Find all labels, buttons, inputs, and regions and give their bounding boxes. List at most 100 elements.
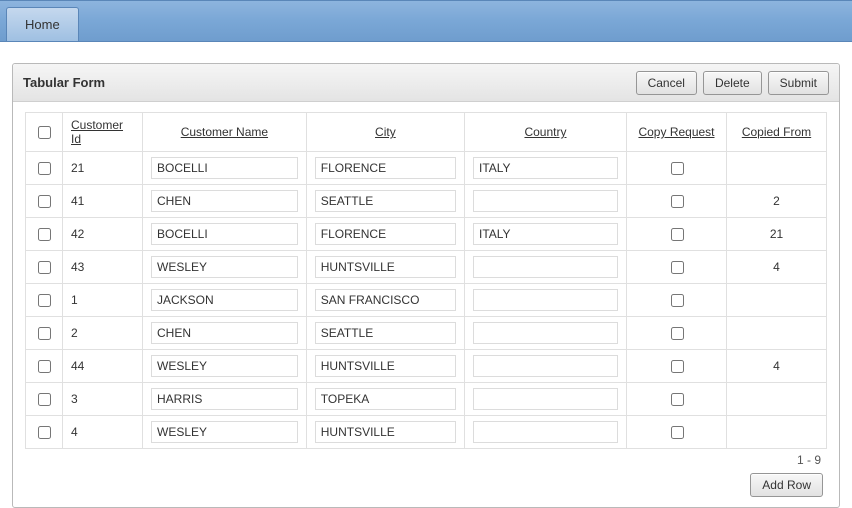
customer-name-input[interactable] (151, 157, 298, 179)
country-input[interactable] (473, 289, 618, 311)
city-input[interactable] (315, 223, 456, 245)
copy-request-cell (627, 350, 727, 383)
row-select-cell (26, 218, 63, 251)
cancel-button[interactable]: Cancel (636, 71, 697, 95)
header-select-all (26, 113, 63, 152)
copied-from-cell (727, 152, 827, 185)
city-input[interactable] (315, 256, 456, 278)
table-row: 4 (26, 416, 827, 449)
copied-from-cell (727, 383, 827, 416)
customer-name-input[interactable] (151, 289, 298, 311)
copy-request-checkbox[interactable] (671, 393, 684, 406)
customer-name-cell (143, 218, 307, 251)
country-input[interactable] (473, 322, 618, 344)
add-row-button[interactable]: Add Row (750, 473, 823, 497)
tabular-form-region: Tabular Form Cancel Delete Submit Custom… (12, 63, 840, 508)
customer-name-input[interactable] (151, 355, 298, 377)
table-row: 434 (26, 251, 827, 284)
country-input[interactable] (473, 355, 618, 377)
row-select-cell (26, 185, 63, 218)
table-row: 2 (26, 317, 827, 350)
row-select-cell (26, 416, 63, 449)
copy-request-checkbox[interactable] (671, 294, 684, 307)
copy-request-cell (627, 251, 727, 284)
customer-name-input[interactable] (151, 190, 298, 212)
region-title: Tabular Form (23, 75, 630, 90)
region-body: Customer Id Customer Name City Country C… (13, 102, 839, 507)
header-copy-request[interactable]: Copy Request (627, 113, 727, 152)
country-input[interactable] (473, 157, 618, 179)
customer-name-input[interactable] (151, 256, 298, 278)
copy-request-checkbox[interactable] (671, 261, 684, 274)
city-input[interactable] (315, 190, 456, 212)
country-input[interactable] (473, 388, 618, 410)
tab-home[interactable]: Home (6, 7, 79, 41)
country-cell (464, 251, 626, 284)
customer-name-cell (143, 317, 307, 350)
row-select-checkbox[interactable] (38, 261, 51, 274)
country-input[interactable] (473, 190, 618, 212)
row-select-cell (26, 284, 63, 317)
select-all-checkbox[interactable] (38, 126, 51, 139)
copy-request-cell (627, 185, 727, 218)
customer-id-cell: 42 (63, 218, 143, 251)
customer-id-cell: 1 (63, 284, 143, 317)
header-customer-id[interactable]: Customer Id (63, 113, 143, 152)
customer-name-cell (143, 152, 307, 185)
customer-name-cell (143, 251, 307, 284)
country-cell (464, 350, 626, 383)
table-row: 3 (26, 383, 827, 416)
header-customer-name[interactable]: Customer Name (143, 113, 307, 152)
country-input[interactable] (473, 256, 618, 278)
country-input[interactable] (473, 223, 618, 245)
customer-name-input[interactable] (151, 388, 298, 410)
header-city[interactable]: City (306, 113, 464, 152)
city-input[interactable] (315, 388, 456, 410)
customer-name-input[interactable] (151, 223, 298, 245)
row-select-cell (26, 251, 63, 284)
customer-name-input[interactable] (151, 421, 298, 443)
country-input[interactable] (473, 421, 618, 443)
row-select-checkbox[interactable] (38, 195, 51, 208)
table-row: 1 (26, 284, 827, 317)
data-table: Customer Id Customer Name City Country C… (25, 112, 827, 449)
country-cell (464, 317, 626, 350)
customer-name-cell (143, 416, 307, 449)
row-select-checkbox[interactable] (38, 294, 51, 307)
submit-button[interactable]: Submit (768, 71, 829, 95)
row-select-checkbox[interactable] (38, 162, 51, 175)
row-select-checkbox[interactable] (38, 393, 51, 406)
city-cell (306, 416, 464, 449)
copy-request-checkbox[interactable] (671, 228, 684, 241)
table-header-row: Customer Id Customer Name City Country C… (26, 113, 827, 152)
copy-request-cell (627, 284, 727, 317)
customer-name-input[interactable] (151, 322, 298, 344)
delete-button[interactable]: Delete (703, 71, 762, 95)
row-select-checkbox[interactable] (38, 327, 51, 340)
city-input[interactable] (315, 421, 456, 443)
city-input[interactable] (315, 289, 456, 311)
customer-id-cell: 44 (63, 350, 143, 383)
copy-request-checkbox[interactable] (671, 426, 684, 439)
copy-request-checkbox[interactable] (671, 162, 684, 175)
city-cell (306, 284, 464, 317)
city-input[interactable] (315, 355, 456, 377)
header-country[interactable]: Country (464, 113, 626, 152)
row-select-checkbox[interactable] (38, 426, 51, 439)
city-input[interactable] (315, 322, 456, 344)
customer-name-cell (143, 383, 307, 416)
row-select-cell (26, 350, 63, 383)
city-input[interactable] (315, 157, 456, 179)
header-copied-from[interactable]: Copied From (727, 113, 827, 152)
copy-request-checkbox[interactable] (671, 195, 684, 208)
table-row: 412 (26, 185, 827, 218)
footer-buttons: Add Row (25, 467, 827, 499)
row-select-checkbox[interactable] (38, 360, 51, 373)
copy-request-checkbox[interactable] (671, 360, 684, 373)
copy-request-cell (627, 317, 727, 350)
row-select-checkbox[interactable] (38, 228, 51, 241)
customer-id-cell: 2 (63, 317, 143, 350)
city-cell (306, 350, 464, 383)
copy-request-checkbox[interactable] (671, 327, 684, 340)
table-row: 4221 (26, 218, 827, 251)
